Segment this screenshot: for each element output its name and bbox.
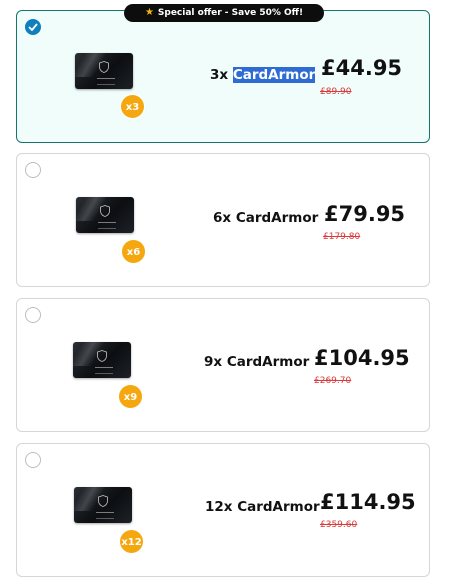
offer-text: Special offer - Save 50% Off!: [157, 8, 304, 18]
shield-icon: [97, 350, 107, 362]
price: £104.95: [314, 346, 410, 370]
card-armor-product-image: [76, 197, 134, 233]
price: £79.95: [324, 202, 406, 226]
quantity-badge: x3: [120, 94, 145, 119]
bundle-option-9x[interactable]: x9 9x CardArmor £104.95 £269.70: [16, 298, 430, 432]
shield-icon: [98, 495, 108, 507]
qty-prefix: 9x: [204, 354, 223, 370]
bundle-option-12x[interactable]: x12 12x CardArmor £114.95 £359.60: [16, 443, 430, 577]
special-offer-banner: ★ Special offer - Save 50% Off!: [124, 4, 324, 22]
bundle-option-6x[interactable]: x6 6x CardArmor £79.95 £179.80: [16, 153, 430, 287]
star-icon: ★: [144, 7, 154, 18]
radio-unselected-icon[interactable]: [25, 307, 41, 323]
old-price: £89.90: [320, 87, 352, 97]
shield-icon: [99, 61, 109, 73]
price: £114.95: [320, 490, 416, 514]
old-price: £179.80: [323, 232, 361, 242]
radio-unselected-icon[interactable]: [25, 162, 41, 178]
old-price: £269.70: [314, 376, 352, 386]
old-price: £359.60: [320, 520, 358, 530]
radio-unselected-icon[interactable]: [25, 452, 41, 468]
option-label: 9x CardArmor: [204, 354, 309, 370]
qty-prefix: 12x: [205, 499, 233, 515]
bundle-option-3x[interactable]: x3 3x CardArmor £44.95 £89.90: [16, 10, 430, 143]
shield-icon: [100, 205, 110, 217]
option-label: 3x CardArmor: [210, 67, 316, 83]
card-armor-product-image: [73, 342, 131, 378]
quantity-badge: x9: [118, 384, 143, 409]
option-label: 12x CardArmor: [205, 499, 320, 515]
qty-prefix: 3x: [210, 67, 229, 83]
radio-selected-icon[interactable]: [25, 19, 41, 35]
product-name-highlighted: CardArmor: [232, 67, 316, 83]
product-name: CardArmor: [237, 499, 320, 515]
qty-prefix: 6x: [213, 210, 232, 226]
product-name: CardArmor: [226, 354, 310, 370]
quantity-badge: x12: [119, 529, 144, 554]
product-name: CardArmor: [235, 210, 319, 226]
card-armor-product-image: [74, 487, 132, 523]
price: £44.95: [321, 56, 403, 80]
quantity-badge: x6: [121, 239, 146, 264]
option-label: 6x CardArmor: [213, 210, 318, 226]
card-armor-product-image: [75, 53, 133, 89]
